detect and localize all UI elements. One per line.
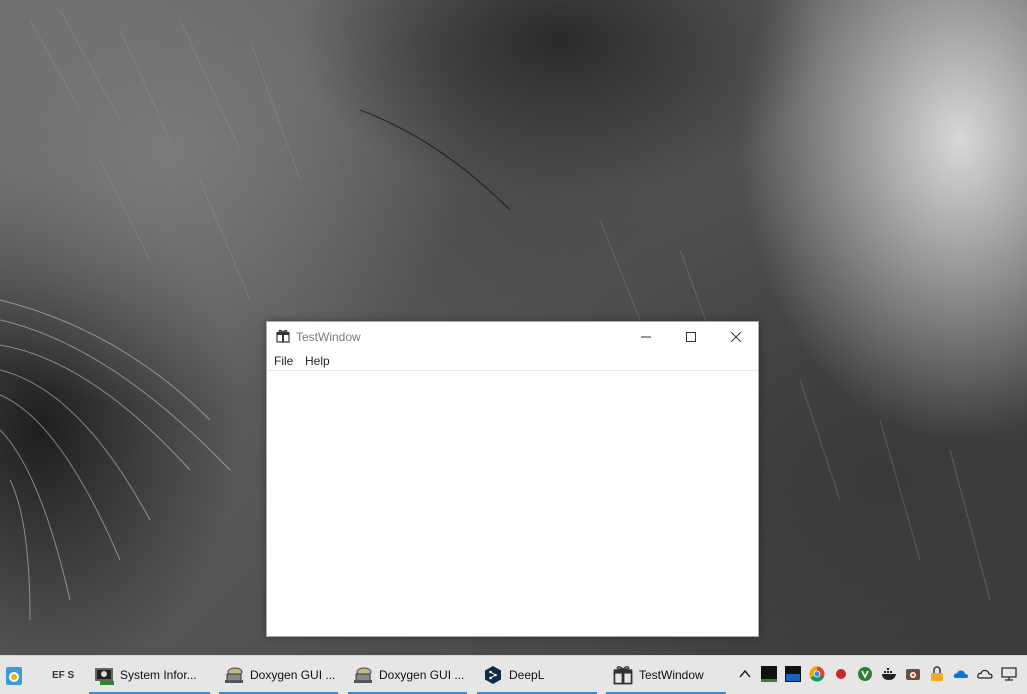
title-bar[interactable]: TestWindow	[267, 322, 758, 352]
menu-file[interactable]: File	[274, 354, 293, 368]
camera-app-icon[interactable]	[905, 666, 921, 682]
client-area[interactable]	[267, 371, 758, 636]
minimize-icon	[641, 336, 651, 337]
deepl-icon	[485, 666, 501, 684]
show-hidden-icons-chevron-icon[interactable]	[737, 666, 753, 682]
network-icon[interactable]	[1001, 666, 1017, 682]
close-button[interactable]	[713, 322, 759, 351]
docker-whale-icon[interactable]	[881, 666, 897, 682]
menu-bar: File Help	[267, 352, 758, 371]
minimize-button[interactable]	[623, 322, 669, 351]
test-window[interactable]: TestWindow File Help	[266, 321, 759, 637]
taskbar-item-label: TestWindow	[639, 668, 704, 682]
taskbar: EF S System Infor... Doxygen GUI ... Dox…	[0, 655, 1027, 694]
red-dot-icon[interactable]	[833, 666, 849, 682]
chrome-icon[interactable]	[809, 666, 825, 682]
maximize-button[interactable]	[668, 322, 714, 351]
maximize-icon	[686, 331, 696, 342]
taskbar-item-doxygen-2[interactable]: Doxygen GUI ...	[348, 656, 467, 694]
taskbar-item-system-information[interactable]: System Infor...	[89, 656, 210, 694]
close-icon	[731, 331, 741, 342]
taskbar-item-label: Doxygen GUI ...	[379, 668, 465, 682]
taskbar-item-doxygen-1[interactable]: Doxygen GUI ...	[219, 656, 338, 694]
taskbar-item-label: DeepL	[509, 668, 545, 682]
taskbar-item-label: System Infor...	[120, 668, 197, 682]
system-information-icon	[95, 668, 114, 685]
blue-window-icon[interactable]	[785, 666, 801, 682]
taskbar-item-label: Doxygen GUI ...	[250, 668, 336, 682]
lock-app-icon[interactable]	[929, 666, 945, 682]
taskbar-item-testwindow[interactable]: TestWindow	[606, 656, 726, 694]
efs-label: EF S	[52, 669, 75, 681]
pinned-app-icon[interactable]	[4, 665, 24, 687]
taskbar-item-deepl[interactable]: DeepL	[477, 656, 597, 694]
gift-icon	[613, 666, 633, 685]
menu-help[interactable]: Help	[305, 354, 330, 368]
onedrive-grey-cloud-icon[interactable]	[977, 666, 993, 682]
gift-icon	[276, 329, 290, 343]
doxygen-icon	[225, 667, 243, 683]
onedrive-blue-cloud-icon[interactable]	[953, 666, 969, 682]
doxygen-icon	[354, 667, 372, 683]
green-app-icon[interactable]	[857, 666, 873, 682]
window-title: TestWindow	[296, 330, 361, 344]
efs-app[interactable]: EF S	[44, 656, 84, 694]
black-square-icon[interactable]	[761, 666, 777, 682]
